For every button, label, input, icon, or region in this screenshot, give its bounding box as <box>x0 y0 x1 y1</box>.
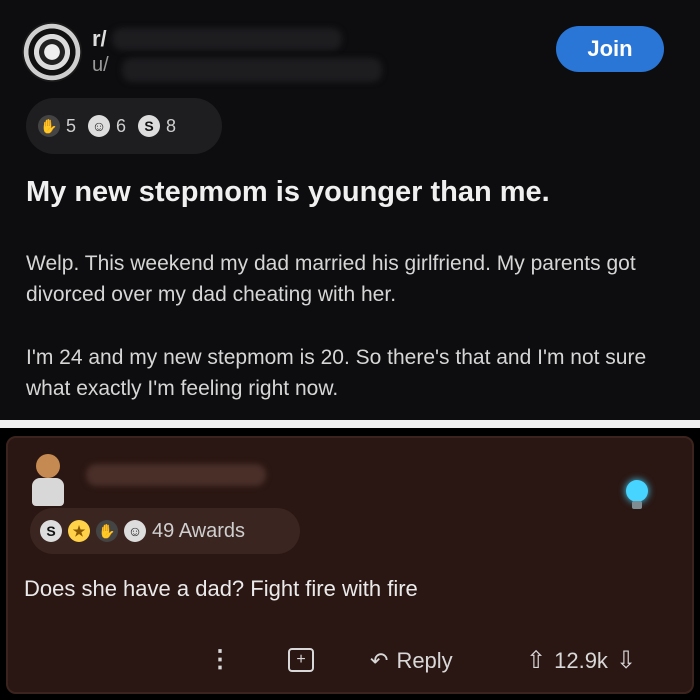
join-button[interactable]: Join <box>556 26 664 72</box>
gold-star-award-icon: ★ <box>68 520 90 542</box>
section-divider <box>0 420 700 428</box>
bulb-base <box>632 501 642 509</box>
bulb-glass <box>626 480 648 502</box>
post-title[interactable]: My new stepmom is younger than me. <box>26 176 550 209</box>
wholesome-award-icon: ☺ <box>124 520 146 542</box>
award-count: 8 <box>166 115 177 136</box>
more-options-icon[interactable]: ⋮ <box>208 646 232 674</box>
silver-award-icon: S <box>40 520 62 542</box>
avatar-head <box>36 454 60 478</box>
awards-count-label: 49 Awards <box>152 519 246 542</box>
upvote-icon[interactable]: ⇧ <box>526 649 546 673</box>
redacted-subreddit <box>112 28 342 50</box>
comment-card: S ★ ✋ ☺ 49 Awards Does she have a dad? F… <box>6 436 694 694</box>
comment-text: Does she have a dad? Fight fire with fir… <box>24 576 418 601</box>
redacted-author <box>122 58 382 82</box>
post-card: r/ u/ Join ✋ 5 ☺ 6 S 8 My new stepmom is… <box>0 0 700 420</box>
post-header: r/ u/ Join <box>22 20 670 90</box>
avatar-body <box>32 478 64 506</box>
post-body-paragraph: I'm 24 and my new stepmom is 20. So ther… <box>26 346 647 400</box>
gift-icon[interactable]: + <box>288 648 314 672</box>
award-count: 6 <box>116 115 127 136</box>
subreddit-name[interactable]: r/ <box>92 26 107 52</box>
award-count: 5 <box>66 115 77 136</box>
lightbulb-icon <box>626 480 648 510</box>
post-awards[interactable]: ✋ 5 ☺ 6 S 8 <box>26 98 222 154</box>
post-author[interactable]: u/ <box>92 54 109 77</box>
vote-controls: ⇧ 12.9k ⇩ <box>526 644 636 678</box>
vote-count: 12.9k <box>554 648 608 673</box>
subreddit-avatar[interactable] <box>22 22 82 82</box>
comment-action-bar: ⋮ + ↶ Reply ⇧ 12.9k ⇩ <box>8 644 692 678</box>
silver-award-icon: S <box>138 115 161 137</box>
helpful-award-icon: ✋ <box>38 115 60 137</box>
helpful-award-icon: ✋ <box>96 520 118 542</box>
reply-button[interactable]: ↶ Reply <box>370 644 453 678</box>
post-body-paragraph: Welp. This weekend my dad married his gi… <box>26 252 636 306</box>
downvote-icon[interactable]: ⇩ <box>616 649 636 673</box>
commenter-avatar[interactable] <box>26 454 70 506</box>
reply-arrow-icon: ↶ <box>370 648 389 673</box>
reply-label: Reply <box>396 648 453 673</box>
wholesome-award-icon: ☺ <box>88 115 111 137</box>
redacted-commenter <box>86 464 266 486</box>
comment-awards[interactable]: S ★ ✋ ☺ 49 Awards <box>30 508 300 554</box>
